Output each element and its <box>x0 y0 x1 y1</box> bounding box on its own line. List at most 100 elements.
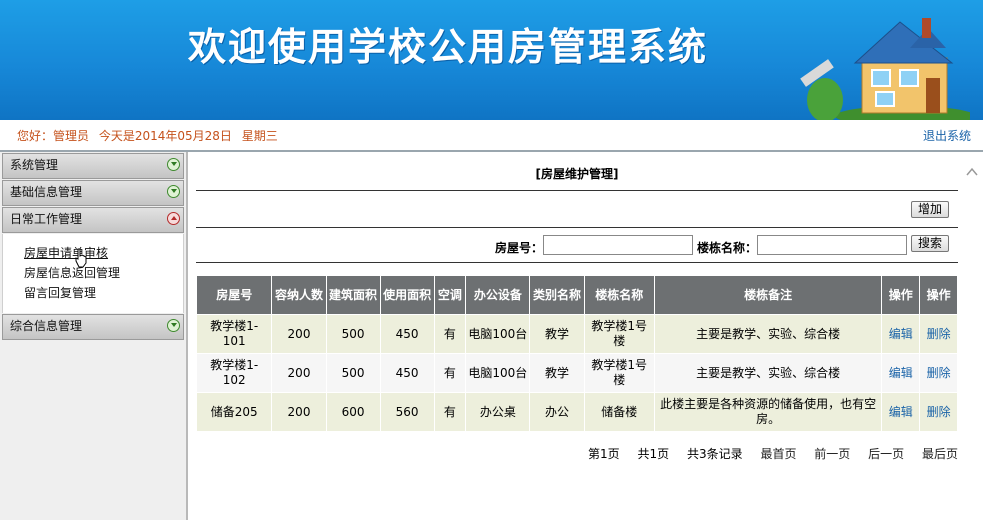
cell-office-equipment: 电脑100台 <box>466 354 530 392</box>
col-office-equipment: 办公设备 <box>466 276 530 314</box>
col-category-name: 类别名称 <box>530 276 584 314</box>
col-building-area: 建筑面积 <box>326 276 380 314</box>
cell-usable-area: 560 <box>380 393 434 431</box>
cell-delete: 删除 <box>920 393 957 431</box>
last-page-link[interactable]: 最后页 <box>922 447 958 461</box>
cell-building-name: 储备楼 <box>584 393 654 431</box>
delete-link[interactable]: 删除 <box>927 405 951 419</box>
cell-category-name: 办公 <box>530 393 584 431</box>
cell-building-name: 教学楼1号楼 <box>584 354 654 392</box>
total-pages-text: 共1页 <box>637 447 670 461</box>
cell-air-conditioning: 有 <box>434 393 466 431</box>
expand-icon[interactable] <box>167 185 180 198</box>
cell-building-area: 500 <box>326 354 380 392</box>
page-title: [房屋维护管理] <box>196 152 958 191</box>
search-button[interactable]: 搜索 <box>911 235 950 252</box>
cell-delete: 删除 <box>920 354 957 392</box>
cell-air-conditioning: 有 <box>434 315 466 353</box>
cell-building-notes: 主要是教学、实验、综合楼 <box>654 354 882 392</box>
add-button[interactable]: 增加 <box>911 201 950 218</box>
cell-building-notes: 主要是教学、实验、综合楼 <box>654 315 882 353</box>
room-number-input[interactable] <box>543 235 693 255</box>
cell-usable-area: 450 <box>380 315 434 353</box>
main-panel: [房屋维护管理] 增加 房屋号： 楼栋名称： 搜索 房屋号 容纳人数 建筑面积 … <box>196 152 958 461</box>
col-air-conditioning: 空调 <box>434 276 466 314</box>
menu-daily-work-management[interactable]: 日常工作管理 <box>2 207 184 233</box>
cell-edit: 编辑 <box>882 315 920 353</box>
cell-capacity: 200 <box>272 315 326 353</box>
room-number-label: 房屋号： <box>495 241 544 255</box>
cell-building-area: 600 <box>326 393 380 431</box>
cell-building-name: 教学楼1号楼 <box>584 315 654 353</box>
table-row: 教学楼1-101 200 500 450 有 电脑100台 教学 教学楼1号楼 … <box>197 315 957 353</box>
col-action-delete: 操作 <box>920 276 957 314</box>
daily-work-submenu: 房屋申请单审核 房屋信息返回管理 留言回复管理 <box>2 234 184 313</box>
pagination: 第1页 共1页 共3条记录 最首页 前一页 后一页 最后页 <box>196 445 958 462</box>
col-usable-area: 使用面积 <box>380 276 434 314</box>
menu-system-management[interactable]: 系统管理 <box>2 153 184 179</box>
first-page-link[interactable]: 最首页 <box>760 447 796 461</box>
table-row: 储备205 200 600 560 有 办公桌 办公 储备楼 此楼主要是各种资源… <box>197 393 957 431</box>
cell-room-number: 教学楼1-101 <box>197 315 272 353</box>
sidebar-item-room-info-return[interactable]: 房屋信息返回管理 <box>24 263 183 283</box>
cell-room-number: 储备205 <box>197 393 272 431</box>
sidebar-item-application-review[interactable]: 房屋申请单审核 <box>24 243 183 263</box>
current-page-text: 第1页 <box>588 447 620 461</box>
col-building-notes: 楼栋备注 <box>654 276 882 314</box>
collapse-icon[interactable] <box>167 212 180 225</box>
col-capacity: 容纳人数 <box>272 276 326 314</box>
edit-link[interactable]: 编辑 <box>889 405 913 419</box>
cell-air-conditioning: 有 <box>434 354 466 392</box>
cell-office-equipment: 电脑100台 <box>466 315 530 353</box>
cell-room-number: 教学楼1-102 <box>197 354 272 392</box>
menu-comprehensive-info-management[interactable]: 综合信息管理 <box>2 314 184 340</box>
logout-link[interactable]: 退出系统 <box>923 127 971 144</box>
mouse-pointer-icon <box>75 248 87 268</box>
col-room-number: 房屋号 <box>197 276 272 314</box>
sidebar: 系统管理 基础信息管理 日常工作管理 房屋申请单审核 房屋信息返回管理 留言回复… <box>0 152 188 520</box>
menu-basic-info-management[interactable]: 基础信息管理 <box>2 180 184 206</box>
menu-label: 系统管理 <box>10 158 59 172</box>
cell-building-area: 500 <box>326 315 380 353</box>
toolbar-row: 增加 <box>196 191 958 228</box>
table-row: 教学楼1-102 200 500 450 有 电脑100台 教学 教学楼1号楼 … <box>197 354 957 392</box>
cell-category-name: 教学 <box>530 315 584 353</box>
delete-link[interactable]: 删除 <box>927 366 951 380</box>
cell-edit: 编辑 <box>882 354 920 392</box>
cell-capacity: 200 <box>272 393 326 431</box>
building-name-label: 楼栋名称： <box>697 241 758 255</box>
edit-link[interactable]: 编辑 <box>889 327 913 341</box>
col-building-name: 楼栋名称 <box>584 276 654 314</box>
cell-office-equipment: 办公桌 <box>466 393 530 431</box>
sidebar-item-message-reply[interactable]: 留言回复管理 <box>24 283 183 303</box>
expand-icon[interactable] <box>167 319 180 332</box>
header-banner: 欢迎使用学校公用房管理系统 <box>0 0 983 120</box>
menu-label: 综合信息管理 <box>10 319 83 333</box>
app-title: 欢迎使用学校公用房管理系统 <box>188 24 709 69</box>
cell-capacity: 200 <box>272 354 326 392</box>
delete-link[interactable]: 删除 <box>927 327 951 341</box>
table-header-row: 房屋号 容纳人数 建筑面积 使用面积 空调 办公设备 类别名称 楼栋名称 楼栋备… <box>197 276 957 314</box>
expand-icon[interactable] <box>167 158 180 171</box>
building-name-input[interactable] <box>757 235 907 255</box>
user-greeting: 您好：管理员 <box>17 129 90 143</box>
cell-delete: 删除 <box>920 315 957 353</box>
scroll-up-arrow-icon[interactable] <box>966 166 978 178</box>
house-illustration <box>800 18 970 120</box>
col-action-edit: 操作 <box>882 276 920 314</box>
current-date: 今天是2014年05月28日 <box>98 129 232 143</box>
cell-category-name: 教学 <box>530 354 584 392</box>
edit-link[interactable]: 编辑 <box>889 366 913 380</box>
menu-label: 基础信息管理 <box>10 185 83 199</box>
status-bar: 您好：管理员 今天是2014年05月28日 星期三 退出系统 <box>0 120 983 152</box>
room-table: 房屋号 容纳人数 建筑面积 使用面积 空调 办公设备 类别名称 楼栋名称 楼栋备… <box>196 275 958 432</box>
search-row: 房屋号： 楼栋名称： 搜索 <box>196 228 958 263</box>
cell-edit: 编辑 <box>882 393 920 431</box>
menu-label: 日常工作管理 <box>10 212 83 226</box>
current-weekday: 星期三 <box>241 129 278 143</box>
cell-usable-area: 450 <box>380 354 434 392</box>
prev-page-link[interactable]: 前一页 <box>814 447 850 461</box>
greeting-text: 您好：管理员 今天是2014年05月28日 星期三 <box>17 127 284 144</box>
next-page-link[interactable]: 后一页 <box>868 447 904 461</box>
total-records-text: 共3条记录 <box>686 447 743 461</box>
